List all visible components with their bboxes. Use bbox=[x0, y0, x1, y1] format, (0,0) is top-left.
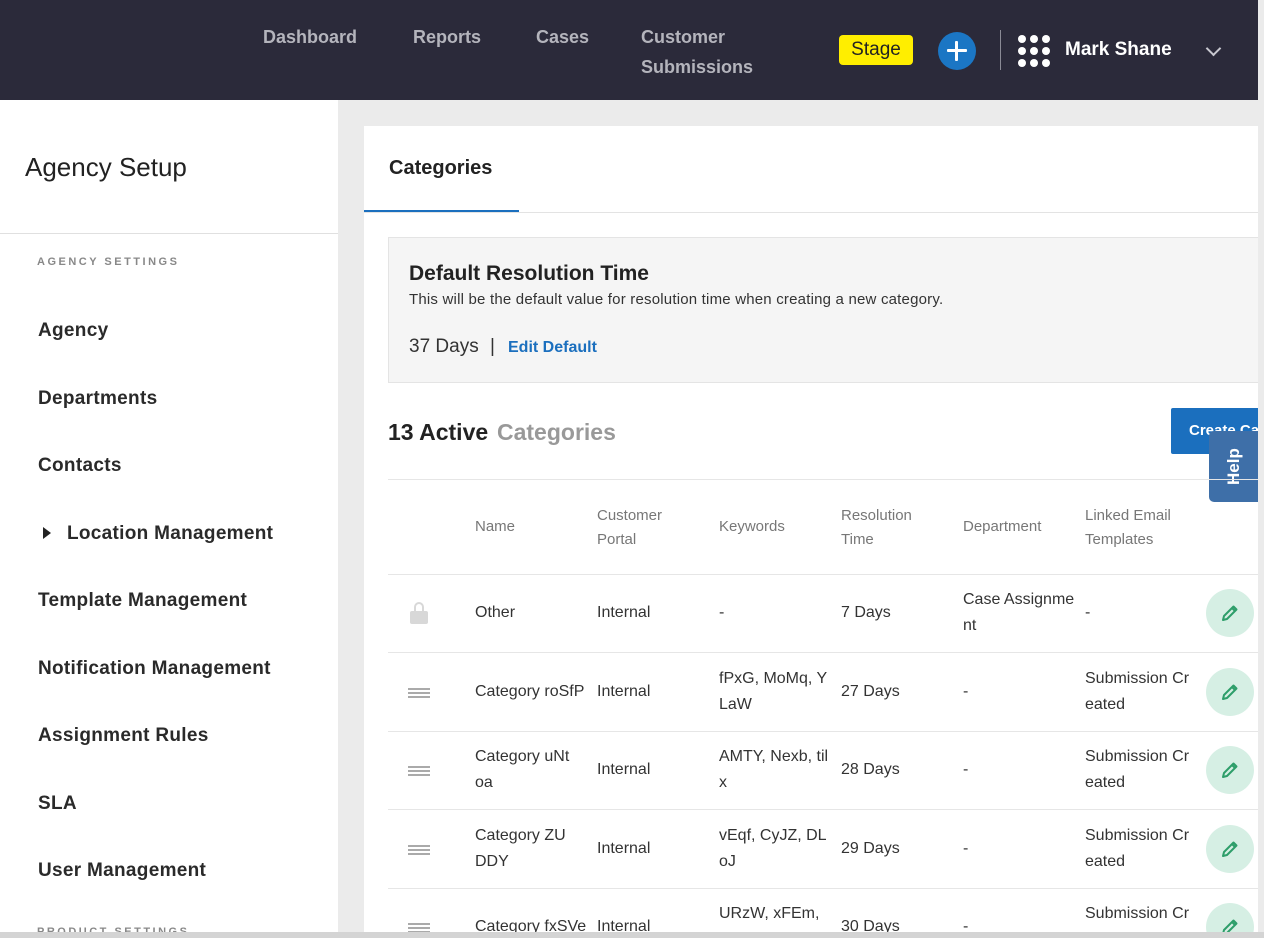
column-header-keywords: Keywords bbox=[719, 518, 785, 535]
row-divider bbox=[388, 888, 1258, 889]
pencil-icon bbox=[1222, 762, 1238, 778]
horizontal-scrollbar[interactable] bbox=[0, 932, 1264, 938]
default-resolution-panel: Default Resolution Time This will be the… bbox=[388, 237, 1258, 383]
cell-name: Category roSfP bbox=[475, 683, 585, 700]
active-tab-indicator bbox=[364, 210, 519, 212]
drag-handle-icon[interactable] bbox=[408, 688, 430, 698]
resolution-value: 37 Days bbox=[409, 336, 479, 357]
environment-badge: Stage bbox=[839, 35, 913, 65]
sidebar: Agency Setup AGENCY SETTINGS Agency Depa… bbox=[0, 100, 338, 938]
edit-row-button[interactable] bbox=[1206, 825, 1254, 873]
caret-right-icon[interactable] bbox=[43, 527, 51, 539]
edit-row-button[interactable] bbox=[1206, 589, 1254, 637]
cell-name: Category uNtoa bbox=[475, 748, 570, 791]
resolution-description: This will be the default value for resol… bbox=[409, 291, 944, 308]
cell-keywords: - bbox=[719, 604, 725, 621]
edit-default-link[interactable]: Edit Default bbox=[508, 337, 597, 359]
sidebar-item-sla[interactable]: SLA bbox=[38, 791, 77, 817]
edit-row-button[interactable] bbox=[1206, 668, 1254, 716]
cell-resolution-time: 29 Days bbox=[841, 840, 900, 857]
sidebar-item-contacts[interactable]: Contacts bbox=[38, 453, 122, 479]
help-tab[interactable]: Help bbox=[1209, 431, 1258, 502]
pencil-icon bbox=[1222, 841, 1238, 857]
sidebar-title: Agency Setup bbox=[25, 152, 187, 182]
tab-divider bbox=[364, 212, 1258, 213]
chevron-down-icon[interactable] bbox=[1205, 40, 1222, 57]
cell-name: Other bbox=[475, 604, 516, 621]
cell-linked-email-templates: Submission Created bbox=[1085, 748, 1190, 791]
cell-linked-email-templates: Submission Created bbox=[1085, 827, 1190, 870]
sidebar-item-user-management[interactable]: User Management bbox=[38, 858, 206, 884]
active-count-suffix: Categories bbox=[497, 419, 616, 445]
cell-department: Case Assignment bbox=[963, 591, 1075, 634]
column-header-customer-portal: Customer Portal bbox=[597, 507, 663, 548]
nav-cases[interactable]: Cases bbox=[536, 22, 589, 52]
cell-customer-portal: Internal bbox=[597, 761, 651, 778]
sidebar-item-agency[interactable]: Agency bbox=[38, 318, 108, 344]
nav-dashboard[interactable]: Dashboard bbox=[263, 22, 357, 52]
user-name[interactable]: Mark Shane bbox=[1065, 36, 1172, 64]
cell-customer-portal: Internal bbox=[597, 683, 651, 700]
table-top-divider bbox=[388, 479, 1258, 480]
drag-handle-icon[interactable] bbox=[408, 845, 430, 855]
edit-row-button[interactable] bbox=[1206, 746, 1254, 794]
active-count: 13 Active bbox=[388, 419, 489, 445]
topbar-divider bbox=[1000, 30, 1001, 70]
nav-reports[interactable]: Reports bbox=[413, 22, 481, 52]
create-new-button[interactable] bbox=[938, 32, 976, 70]
cell-resolution-time: 28 Days bbox=[841, 761, 900, 778]
cell-name: Category ZUDDY bbox=[475, 827, 566, 870]
cell-linked-email-templates: - bbox=[1085, 604, 1091, 621]
sidebar-divider bbox=[0, 233, 338, 234]
sidebar-item-assignment-rules[interactable]: Assignment Rules bbox=[38, 723, 209, 749]
cell-customer-portal: Internal bbox=[597, 840, 651, 857]
tab-categories[interactable]: Categories bbox=[389, 153, 492, 183]
cell-keywords: fPxG, MoMq, YLaW bbox=[719, 670, 828, 713]
sidebar-item-location-management[interactable]: Location Management bbox=[67, 521, 273, 547]
row-divider bbox=[388, 652, 1258, 653]
pencil-icon bbox=[1222, 684, 1238, 700]
cell-linked-email-templates: Submission Created bbox=[1085, 670, 1190, 713]
cell-keywords: AMTY, Nexb, tilx bbox=[719, 748, 829, 791]
cell-resolution-time: 27 Days bbox=[841, 683, 900, 700]
cell-resolution-time: 7 Days bbox=[841, 604, 891, 621]
cell-customer-portal: Internal bbox=[597, 604, 651, 621]
lock-icon bbox=[410, 602, 428, 624]
column-header-linked-email-templates: Linked Email Templates bbox=[1085, 507, 1171, 548]
pencil-icon bbox=[1222, 605, 1238, 621]
sidebar-item-notification-management[interactable]: Notification Management bbox=[38, 656, 271, 682]
resolution-title: Default Resolution Time bbox=[409, 262, 649, 285]
top-navigation-bar: Dashboard Reports Cases Customer Submiss… bbox=[0, 0, 1258, 100]
row-divider bbox=[388, 731, 1258, 732]
column-header-name: Name bbox=[475, 518, 516, 535]
sidebar-item-template-management[interactable]: Template Management bbox=[38, 588, 247, 614]
categories-card: Categories Default Resolution Time This … bbox=[364, 126, 1258, 938]
cell-keywords: vEqf, CyJZ, DLoJ bbox=[719, 827, 827, 870]
cell-department: - bbox=[963, 761, 969, 778]
column-header-resolution-time: Resolution Time bbox=[841, 507, 912, 548]
help-label: Help bbox=[1224, 448, 1243, 486]
apps-grid-icon[interactable] bbox=[1018, 35, 1050, 67]
column-header-department: Department bbox=[963, 518, 1042, 535]
drag-handle-icon[interactable] bbox=[408, 923, 430, 933]
row-divider bbox=[388, 574, 1258, 575]
section-label-agency-settings: AGENCY SETTINGS bbox=[37, 256, 180, 268]
drag-handle-icon[interactable] bbox=[408, 766, 430, 776]
cell-department: - bbox=[963, 683, 969, 700]
nav-customer-submissions[interactable]: Customer Submissions bbox=[641, 22, 761, 82]
resolution-separator: | bbox=[490, 336, 495, 357]
sidebar-item-departments[interactable]: Departments bbox=[38, 386, 157, 412]
row-divider bbox=[388, 809, 1258, 810]
cell-department: - bbox=[963, 840, 969, 857]
